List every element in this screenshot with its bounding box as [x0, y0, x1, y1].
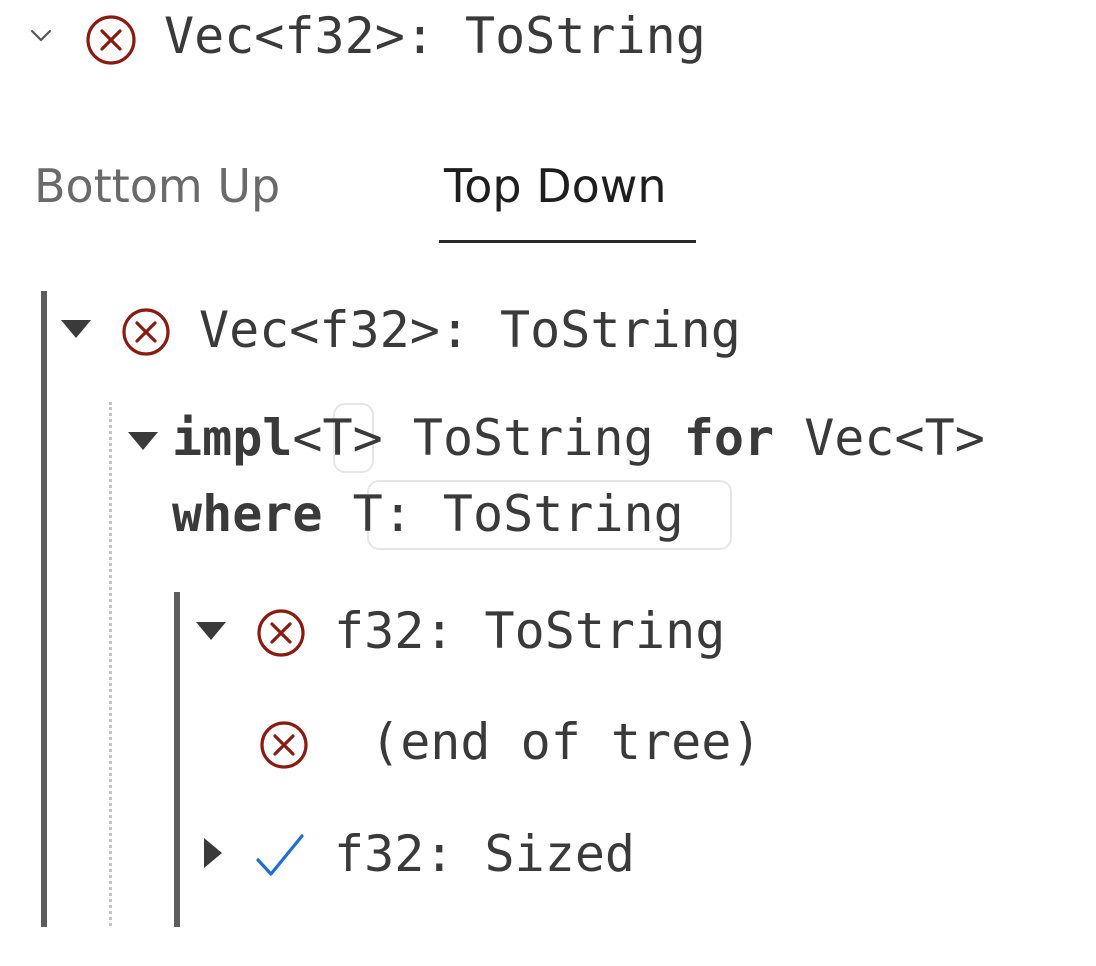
tree-child-3-toggle[interactable]: [202, 836, 224, 870]
error-circle-x-icon: [258, 719, 310, 771]
impl-gt: >: [352, 409, 383, 467]
tree-child-1-status: [255, 607, 307, 659]
tree-root-label[interactable]: Vec<f32>: ToString: [199, 300, 741, 360]
tree-root-toggle[interactable]: [60, 318, 92, 340]
tree-root-line: [41, 291, 47, 927]
keyword-for: for: [683, 409, 775, 467]
triangle-down-icon: [195, 620, 227, 642]
check-icon: [254, 830, 306, 880]
header-title: Vec<f32>: ToString: [164, 7, 706, 65]
tree-child-1-toggle[interactable]: [195, 620, 227, 642]
tree-children-line: [174, 592, 180, 927]
tab-bottom-up[interactable]: Bottom Up: [34, 158, 280, 214]
tree-impl-toggle[interactable]: [127, 430, 159, 452]
tree-root-status: [120, 306, 172, 358]
tree-child-1-label[interactable]: f32: ToString: [334, 601, 725, 661]
impl-trait: ToString: [382, 409, 684, 467]
impl-lt: <: [292, 409, 323, 467]
tree-child-3-label[interactable]: f32: Sized: [334, 824, 635, 884]
tree-child-3-status: [254, 830, 306, 880]
chevron-down-icon: [26, 22, 56, 52]
error-circle-x-icon: [120, 306, 172, 358]
impl-where-line[interactable]: where T: ToString: [172, 484, 684, 544]
active-tab-indicator: [439, 240, 696, 243]
where-bound[interactable]: T: ToString: [353, 485, 684, 543]
tab-top-down[interactable]: Top Down: [444, 158, 667, 214]
triangle-down-icon: [60, 318, 92, 340]
error-circle-x-icon: [84, 13, 138, 67]
header-status: [84, 13, 138, 67]
impl-header-line[interactable]: impl<T> ToString for Vec<T>: [172, 408, 985, 468]
tree-child-2-label: (end of tree): [340, 713, 762, 771]
impl-type-var[interactable]: T: [323, 409, 353, 467]
triangle-right-icon: [202, 836, 224, 870]
keyword-where: where: [172, 485, 323, 543]
error-circle-x-icon: [255, 607, 307, 659]
impl-target: Vec<T>: [774, 409, 985, 467]
header-collapse-toggle[interactable]: [26, 22, 56, 52]
triangle-down-icon: [127, 430, 159, 452]
tree-impl-guide: [109, 402, 112, 926]
tree-child-2-status: [258, 719, 310, 771]
keyword-impl: impl: [172, 409, 293, 467]
